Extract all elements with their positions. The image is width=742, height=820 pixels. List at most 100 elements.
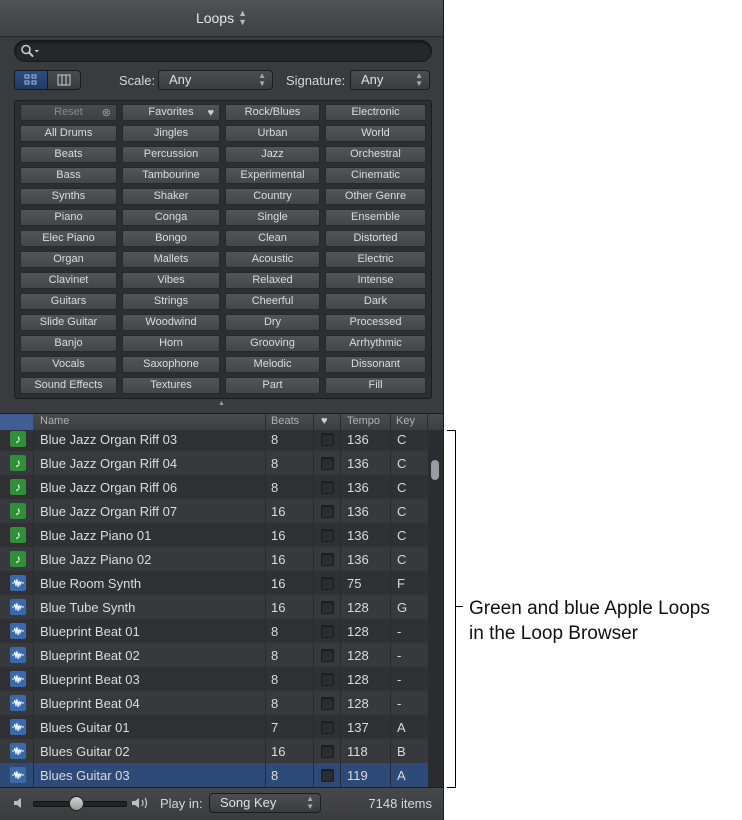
search-field[interactable] — [14, 40, 432, 62]
keyword-button-conga[interactable]: Conga — [122, 209, 220, 226]
keyword-button-jingles[interactable]: Jingles — [122, 125, 220, 142]
keyword-button-dark[interactable]: Dark — [325, 293, 426, 310]
keyword-button-sound-effects[interactable]: Sound Effects — [20, 377, 117, 394]
keyword-button-world[interactable]: World — [325, 125, 426, 142]
keyword-button-favorites[interactable]: Favorites ♥ — [122, 104, 220, 121]
keyword-button-cheerful[interactable]: Cheerful — [225, 293, 320, 310]
keyword-button-processed[interactable]: Processed — [325, 314, 426, 331]
table-row[interactable]: ♪ Blue Jazz Organ Riff 04 8 136 C — [0, 451, 428, 475]
keyword-button-clavinet[interactable]: Clavinet — [20, 272, 117, 289]
table-row[interactable]: ♪ Blue Jazz Organ Riff 07 16 136 C — [0, 499, 428, 523]
search-input[interactable] — [45, 41, 421, 61]
keyword-button-intense[interactable]: Intense — [325, 272, 426, 289]
keyword-button-orchestral[interactable]: Orchestral — [325, 146, 426, 163]
favorite-checkbox[interactable] — [321, 673, 334, 686]
table-row[interactable]: Blueprint Beat 03 8 128 - — [0, 667, 428, 691]
table-row[interactable]: Blue Tube Synth 16 128 G — [0, 595, 428, 619]
keyword-button-shaker[interactable]: Shaker — [122, 188, 220, 205]
favorite-checkbox[interactable] — [321, 745, 334, 758]
keyword-button-electronic[interactable]: Electronic — [325, 104, 426, 121]
table-row[interactable]: ♪ Blue Jazz Organ Riff 06 8 136 C — [0, 475, 428, 499]
keyword-button-textures[interactable]: Textures — [122, 377, 220, 394]
keyword-button-clean[interactable]: Clean — [225, 230, 320, 247]
keyword-button-slide-guitar[interactable]: Slide Guitar — [20, 314, 117, 331]
keyword-button-dry[interactable]: Dry — [225, 314, 320, 331]
keyword-button-acoustic[interactable]: Acoustic — [225, 251, 320, 268]
keyword-button-country[interactable]: Country — [225, 188, 320, 205]
favorite-checkbox[interactable] — [321, 721, 334, 734]
keyword-button-guitars[interactable]: Guitars — [20, 293, 117, 310]
keyword-button-ensemble[interactable]: Ensemble — [325, 209, 426, 226]
favorite-checkbox[interactable] — [321, 481, 334, 494]
keyword-button-piano[interactable]: Piano — [20, 209, 117, 226]
keyword-button-bongo[interactable]: Bongo — [122, 230, 220, 247]
keyword-button-grooving[interactable]: Grooving — [225, 335, 320, 352]
table-row[interactable]: Blues Guitar 03 8 119 A — [0, 763, 428, 787]
keyword-button-dissonant[interactable]: Dissonant — [325, 356, 426, 373]
header-tempo[interactable]: Tempo — [347, 415, 380, 427]
volume-slider-knob[interactable] — [68, 796, 84, 811]
table-row[interactable]: ♪ Blue Jazz Piano 01 16 136 C — [0, 523, 428, 547]
table-row[interactable]: Blues Guitar 01 7 137 A — [0, 715, 428, 739]
keyword-button-melodic[interactable]: Melodic — [225, 356, 320, 373]
column-view-toggle[interactable] — [48, 70, 81, 90]
header-type-cell[interactable] — [0, 414, 33, 430]
table-row[interactable]: ♪ Blue Jazz Organ Riff 03 8 136 C — [0, 430, 428, 451]
keyword-button-single[interactable]: Single — [225, 209, 320, 226]
play-in-select[interactable]: Song Key ▲ ▼ — [209, 793, 321, 813]
keyword-button-beats[interactable]: Beats — [20, 146, 117, 163]
loops-title-popup[interactable]: Loops ▲ ▼ — [0, 0, 443, 37]
keyword-button-banjo[interactable]: Banjo — [20, 335, 117, 352]
favorite-checkbox[interactable] — [321, 649, 334, 662]
favorite-checkbox[interactable] — [321, 457, 334, 470]
table-row[interactable]: Blueprint Beat 01 8 128 - — [0, 619, 428, 643]
keyword-button-rock-blues[interactable]: Rock/Blues — [225, 104, 320, 121]
keyword-button-fill[interactable]: Fill — [325, 377, 426, 394]
keyword-button-bass[interactable]: Bass — [20, 167, 117, 184]
keyword-button-vibes[interactable]: Vibes — [122, 272, 220, 289]
keyword-button-arrhythmic[interactable]: Arrhythmic — [325, 335, 426, 352]
favorite-checkbox[interactable] — [321, 769, 334, 782]
keyword-button-cinematic[interactable]: Cinematic — [325, 167, 426, 184]
scrollbar-thumb[interactable] — [431, 460, 439, 480]
table-row[interactable]: Blueprint Beat 04 8 128 - — [0, 691, 428, 715]
scale-select[interactable]: Any ▲ ▼ — [158, 70, 273, 90]
table-row[interactable]: ♪ Blue Jazz Piano 02 16 136 C — [0, 547, 428, 571]
header-key[interactable]: Key — [396, 415, 415, 427]
keyword-button-strings[interactable]: Strings — [122, 293, 220, 310]
favorite-checkbox[interactable] — [321, 505, 334, 518]
scrollbar-track[interactable] — [428, 430, 443, 787]
keyword-button-saxophone[interactable]: Saxophone — [122, 356, 220, 373]
keyword-button-organ[interactable]: Organ — [20, 251, 117, 268]
keyword-button-distorted[interactable]: Distorted — [325, 230, 426, 247]
keyword-button-other-genre[interactable]: Other Genre — [325, 188, 426, 205]
favorite-checkbox[interactable] — [321, 697, 334, 710]
keyword-button-tambourine[interactable]: Tambourine — [122, 167, 220, 184]
keyword-button-relaxed[interactable]: Relaxed — [225, 272, 320, 289]
favorite-checkbox[interactable] — [321, 529, 334, 542]
favorite-checkbox[interactable] — [321, 433, 334, 446]
table-row[interactable]: Blue Room Synth 16 75 F — [0, 571, 428, 595]
favorite-checkbox[interactable] — [321, 625, 334, 638]
keyword-button-urban[interactable]: Urban — [225, 125, 320, 142]
keyword-button-percussion[interactable]: Percussion — [122, 146, 220, 163]
keyword-button-experimental[interactable]: Experimental — [225, 167, 320, 184]
keyword-button-horn[interactable]: Horn — [122, 335, 220, 352]
keyword-button-mallets[interactable]: Mallets — [122, 251, 220, 268]
header-name[interactable]: Name — [40, 415, 69, 427]
favorite-checkbox[interactable] — [321, 577, 334, 590]
signature-select[interactable]: Any ▲ ▼ — [350, 70, 430, 90]
favorite-checkbox[interactable] — [321, 601, 334, 614]
keyword-button-electric[interactable]: Electric — [325, 251, 426, 268]
header-favorite-heart-icon[interactable]: ♥ — [321, 415, 328, 427]
keyword-button-reset[interactable]: Reset ⊗ — [20, 104, 117, 121]
keyword-button-synths[interactable]: Synths — [20, 188, 117, 205]
keyword-button-woodwind[interactable]: Woodwind — [122, 314, 220, 331]
keyword-button-part[interactable]: Part — [225, 377, 320, 394]
keyword-button-vocals[interactable]: Vocals — [20, 356, 117, 373]
table-row[interactable]: Blueprint Beat 02 8 128 - — [0, 643, 428, 667]
table-row[interactable]: Blues Guitar 02 16 118 B — [0, 739, 428, 763]
keyword-button-jazz[interactable]: Jazz — [225, 146, 320, 163]
favorite-checkbox[interactable] — [321, 553, 334, 566]
button-view-toggle[interactable] — [14, 70, 48, 90]
